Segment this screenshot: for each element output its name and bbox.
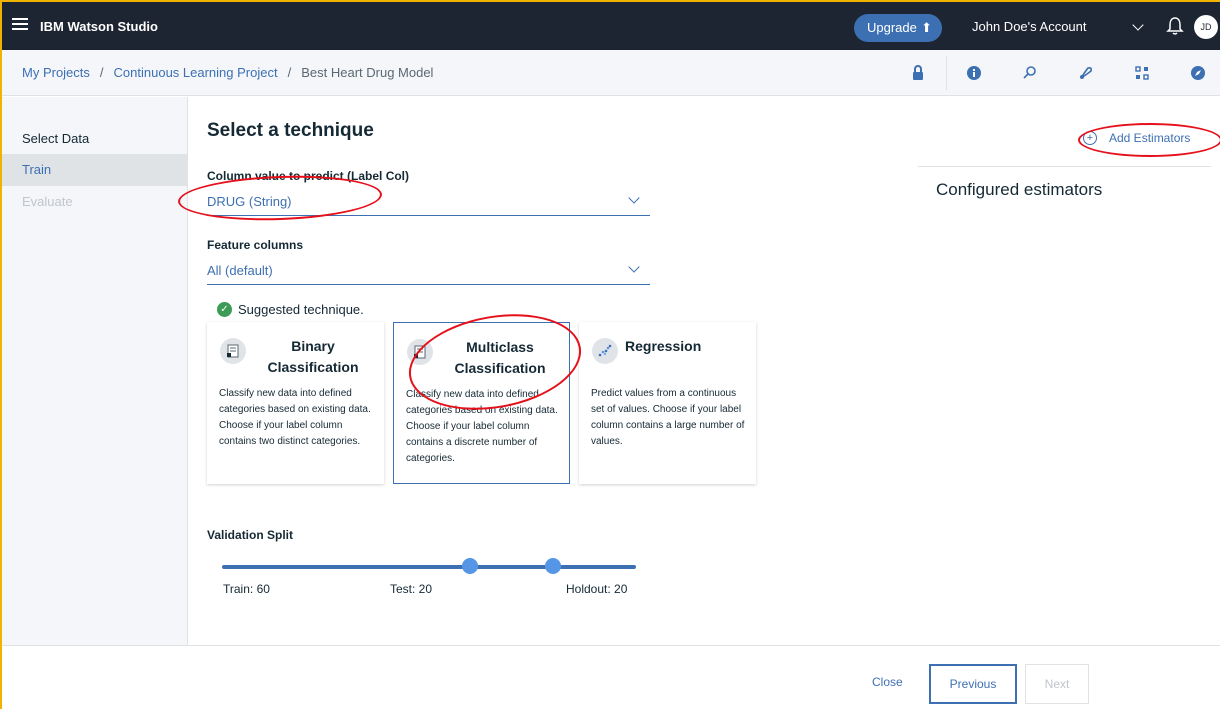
classification-icon [407, 339, 433, 365]
sidebar-item-train[interactable]: Train [2, 154, 187, 186]
suggested-label: Suggested technique. [238, 302, 364, 317]
technique-title: Regression [625, 336, 745, 357]
chevron-down-icon[interactable] [1132, 19, 1144, 31]
suggested-technique-note: ✓ Suggested technique. [217, 302, 364, 317]
technique-title-line1: Multiclass [466, 339, 534, 355]
technique-title: Multiclass Classification [440, 337, 560, 379]
technique-title-line1: Regression [625, 338, 702, 354]
technique-card-binary[interactable]: Binary Classification Classify new data … [207, 322, 384, 484]
technique-card-multiclass[interactable]: Multiclass Classification Classify new d… [393, 322, 570, 484]
technique-title-line2: Classification [454, 360, 546, 376]
add-icon: + [1083, 131, 1097, 145]
feature-cols-select[interactable]: All (default) [207, 259, 650, 285]
label-col-value: DRUG (String) [207, 194, 292, 209]
technique-description: Classify new data into defined categorie… [406, 389, 558, 464]
breadcrumb-bar: My Projects / Continuous Learning Project /… [2, 50, 1220, 96]
sidebar-item-select-data[interactable]: Select Data [2, 123, 187, 155]
toolbar-divider [946, 56, 947, 90]
label-col-select[interactable]: DRUG (String) [207, 190, 650, 216]
technique-card-regression[interactable]: Regression Predict values from a continu… [579, 322, 756, 484]
classification-icon [220, 338, 246, 364]
test-split-label: Test: 20 [390, 582, 433, 596]
validation-slider-track[interactable] [222, 565, 636, 569]
notification-bell-icon[interactable] [1166, 16, 1184, 36]
info-icon[interactable] [964, 63, 984, 83]
close-button[interactable]: Close [872, 675, 903, 689]
sidebar: Select Data Train Evaluate [2, 97, 188, 645]
next-button: Next [1025, 664, 1089, 704]
breadcrumb-my-projects[interactable]: My Projects [22, 65, 90, 80]
page-title: Select a technique [207, 120, 374, 141]
label-col-label: Column value to predict (Label Col) [207, 169, 410, 183]
avatar[interactable]: JD [1194, 15, 1218, 39]
divider [918, 166, 1211, 167]
technique-title: Binary Classification [253, 336, 373, 378]
upgrade-button[interactable]: Upgrade ⬆ [854, 14, 942, 42]
feature-cols-label: Feature columns [207, 238, 304, 252]
validation-split-label: Validation Split [207, 528, 294, 542]
chevron-down-icon [628, 261, 640, 273]
breadcrumb-project[interactable]: Continuous Learning Project [114, 65, 278, 80]
add-estimators-label: Add Estimators [1109, 131, 1191, 145]
breadcrumb-separator: / [287, 65, 292, 80]
breadcrumb-separator: / [99, 65, 104, 80]
configured-estimators-title: Configured estimators [936, 180, 1103, 199]
train-split-label: Train: 60 [223, 582, 270, 596]
find-icon[interactable] [1020, 63, 1040, 83]
lock-icon[interactable] [908, 63, 928, 83]
deploy-icon[interactable] [1076, 63, 1096, 83]
breadcrumb: My Projects / Continuous Learning Project /… [22, 65, 433, 80]
regression-icon [592, 338, 618, 364]
upgrade-arrow-icon: ⬆ [921, 20, 932, 35]
compass-icon[interactable] [1188, 63, 1208, 83]
upgrade-label: Upgrade [867, 20, 917, 35]
technique-description: Classify new data into defined categorie… [219, 388, 371, 447]
breadcrumb-current: Best Heart Drug Model [301, 65, 434, 80]
sidebar-item-evaluate: Evaluate [22, 194, 73, 209]
technique-title-line2: Classification [267, 359, 359, 375]
holdout-split-label: Holdout: 20 [566, 582, 628, 596]
feature-cols-value: All (default) [207, 263, 273, 278]
footer: Close Previous Next [2, 645, 1220, 709]
previous-button[interactable]: Previous [929, 664, 1017, 704]
account-switcher[interactable]: John Doe's Account [972, 19, 1087, 34]
checkmark-icon: ✓ [217, 302, 232, 317]
chevron-down-icon [628, 192, 640, 204]
grid-icon[interactable] [1132, 63, 1152, 83]
add-estimators-button[interactable]: + Add Estimators [1083, 131, 1190, 145]
technique-title-line1: Binary [291, 338, 335, 354]
hamburger-menu-icon[interactable] [12, 15, 28, 35]
brand-title[interactable]: IBM Watson Studio [40, 19, 158, 34]
technique-description: Predict values from a continuous set of … [591, 388, 745, 447]
top-nav: IBM Watson Studio Upgrade ⬆ John Doe's A… [2, 2, 1220, 50]
